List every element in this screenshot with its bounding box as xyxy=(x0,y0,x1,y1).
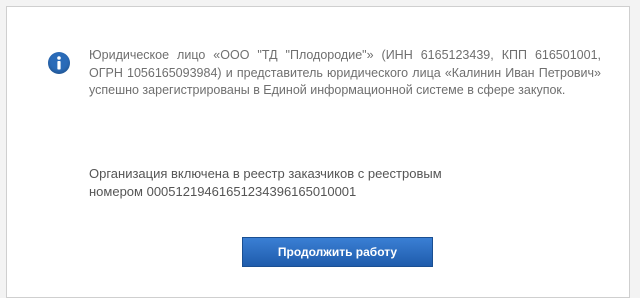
registration-success-dialog: Юридическое лицо «ООО "ТД "Плодородие"» … xyxy=(6,6,630,298)
registration-message: Юридическое лицо «ООО "ТД "Плодородие"» … xyxy=(89,48,601,97)
registry-text-line-1: Организация включена в реестр заказчиков… xyxy=(89,166,442,181)
continue-button[interactable]: Продолжить работу xyxy=(242,237,433,267)
info-icon xyxy=(48,52,70,74)
registry-text-line-2: номером 00051219461651234396165010001 xyxy=(89,184,357,199)
registry-number-text: Организация включена в реестр заказчиков… xyxy=(89,165,559,201)
